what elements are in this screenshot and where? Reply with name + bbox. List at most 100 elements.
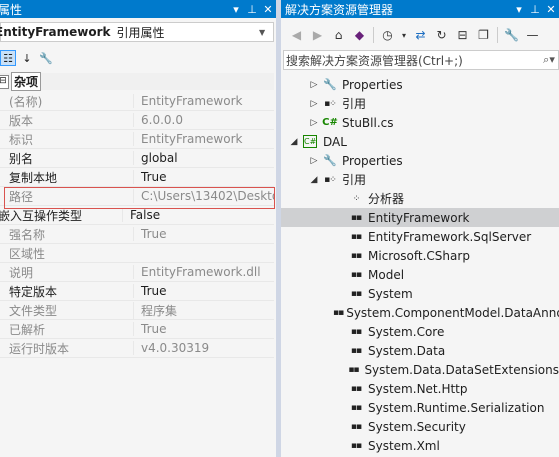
csharp-file-icon: C# bbox=[322, 117, 338, 128]
vs-switch-view-icon[interactable]: ◆ bbox=[350, 26, 369, 44]
tree-item[interactable]: ▪▪ Microsoft.CSharp bbox=[281, 246, 559, 265]
property-value: EntityFramework.dll bbox=[133, 265, 274, 279]
tree-item-label: System.Security bbox=[368, 419, 466, 434]
show-all-files-icon[interactable]: ❐ bbox=[474, 26, 493, 44]
chevron-down-icon[interactable]: ▾ bbox=[399, 26, 409, 44]
search-input[interactable]: 搜索解决方案资源管理器(Ctrl+;) bbox=[284, 52, 540, 69]
tree-item-label: System.ComponentModel.DataAnnotations bbox=[346, 305, 559, 320]
tree-item-label: Model bbox=[368, 267, 405, 282]
property-value[interactable]: True bbox=[133, 170, 274, 184]
collapse-all-icon[interactable]: ⊟ bbox=[453, 26, 472, 44]
property-value[interactable]: True bbox=[133, 284, 274, 298]
csharp-project-icon: C# bbox=[303, 135, 317, 148]
property-row[interactable]: 说明 EntityFramework.dll bbox=[0, 263, 274, 282]
property-name: 文件类型 bbox=[9, 303, 58, 318]
tree-item[interactable]: ▪▪ EntityFramework.SqlServer bbox=[281, 227, 559, 246]
property-grid: (名称) EntityFramework 版本 6.0.0.0 标识 EntityFram… bbox=[0, 92, 274, 358]
tree-item-label: System bbox=[368, 286, 413, 301]
collapse-icon[interactable]: ⊟ bbox=[0, 74, 9, 89]
properties-panel: 属性 ▾ ⊥ ✕ EntityFramework 引用属性 ▼ ☷ ↓ 🔧 ⊟ … bbox=[0, 0, 276, 457]
pending-changes-filter-icon[interactable]: ◷ bbox=[378, 26, 397, 44]
property-row[interactable]: 版本 6.0.0.0 bbox=[0, 111, 274, 130]
property-row[interactable]: 区域性 bbox=[0, 244, 274, 263]
property-row[interactable]: 复制本地 True bbox=[0, 168, 274, 187]
preview-icon[interactable]: — bbox=[523, 26, 542, 44]
property-row[interactable]: 嵌入互操作类型 False bbox=[0, 206, 274, 225]
tree-item[interactable]: ▪▪ System.Core bbox=[281, 322, 559, 341]
tree-item[interactable]: ▪▪ System.Security bbox=[281, 417, 559, 436]
tree-item[interactable]: ▪▪ System.Data.DataSetExtensions bbox=[281, 360, 559, 379]
reference-icon: ▪▪ bbox=[350, 326, 362, 337]
categorized-icon[interactable]: ☷ bbox=[0, 50, 16, 66]
tree-item[interactable]: ▪▪ System.Runtime.Serialization bbox=[281, 398, 559, 417]
expanded-arrow-icon[interactable]: ◢ bbox=[287, 137, 301, 147]
property-row[interactable]: 标识 EntityFramework bbox=[0, 130, 274, 149]
tree-item[interactable]: ◢ C# DAL bbox=[281, 132, 559, 151]
property-value[interactable]: False bbox=[122, 208, 274, 222]
property-name: 版本 bbox=[9, 113, 34, 128]
tree-item[interactable]: ▪▪ System.Net.Http bbox=[281, 379, 559, 398]
tree-item[interactable]: ▷ ▪⁘ 引用 bbox=[281, 94, 559, 113]
sync-icon[interactable]: ⇄ bbox=[411, 26, 430, 44]
tree-item[interactable]: ⁘ 分析器 bbox=[281, 189, 559, 208]
refresh-icon[interactable]: ↻ bbox=[432, 26, 451, 44]
tree-item[interactable]: ▪▪ System.Xml bbox=[281, 436, 559, 455]
collapsed-arrow-icon[interactable]: ▷ bbox=[307, 99, 321, 109]
tree-item[interactable]: ▪▪ EntityFramework bbox=[281, 208, 559, 227]
tree-item[interactable]: ▷ 🔧 Properties bbox=[281, 75, 559, 94]
properties-title-bar: 属性 ▾ ⊥ ✕ bbox=[0, 0, 276, 18]
forward-icon[interactable]: ▶ bbox=[308, 26, 327, 44]
category-header[interactable]: ⊟ 杂项 bbox=[0, 72, 274, 91]
chevron-down-icon[interactable]: ▼ bbox=[259, 28, 273, 37]
property-row[interactable]: 已解析 True bbox=[0, 320, 274, 339]
analyzer-icon: ⁘ bbox=[352, 193, 361, 204]
tree-item[interactable]: ▷ C# StuBll.cs bbox=[281, 113, 559, 132]
collapsed-arrow-icon[interactable]: ▷ bbox=[307, 118, 321, 128]
property-row[interactable]: 别名 global bbox=[0, 149, 274, 168]
property-row[interactable]: 文件类型 程序集 bbox=[0, 301, 274, 320]
close-icon[interactable]: ✕ bbox=[260, 3, 276, 16]
collapsed-arrow-icon[interactable]: ▷ bbox=[307, 80, 321, 90]
property-row[interactable]: 运行时版本 v4.0.30319 bbox=[0, 339, 274, 358]
reference-icon: ▪▪ bbox=[350, 440, 362, 451]
pin-icon[interactable]: ⊥ bbox=[244, 3, 260, 16]
property-value[interactable]: global bbox=[133, 151, 274, 165]
property-row[interactable]: 路径 C:\Users\13402\Desktop bbox=[0, 187, 274, 206]
collapsed-arrow-icon[interactable]: ▷ bbox=[307, 156, 321, 166]
reference-icon: ▪▪ bbox=[350, 345, 362, 356]
home-icon[interactable]: ⌂ bbox=[329, 26, 348, 44]
expanded-arrow-icon[interactable]: ◢ bbox=[307, 175, 321, 185]
alphabetical-icon[interactable]: ↓ bbox=[19, 50, 35, 66]
close-icon[interactable]: ✕ bbox=[543, 3, 559, 16]
property-name: 别名 bbox=[9, 151, 34, 166]
back-icon[interactable]: ◀ bbox=[287, 26, 306, 44]
tree-item-label: EntityFramework.SqlServer bbox=[368, 229, 532, 244]
tree-item[interactable]: ▪▪ System.Data bbox=[281, 341, 559, 360]
tree-item[interactable]: ◢ ▪⁘ 引用 bbox=[281, 170, 559, 189]
properties-title: 属性 bbox=[0, 2, 23, 17]
reference-icon: ▪▪ bbox=[350, 402, 362, 413]
property-row[interactable]: 特定版本 True bbox=[0, 282, 274, 301]
property-value: True bbox=[133, 227, 274, 241]
tree-item-label: 分析器 bbox=[368, 192, 405, 206]
property-row[interactable]: 强名称 True bbox=[0, 225, 274, 244]
object-selector[interactable]: EntityFramework 引用属性 ▼ bbox=[0, 22, 274, 42]
dropdown-arrow-icon[interactable]: ▾ bbox=[228, 3, 244, 16]
dropdown-arrow-icon[interactable]: ▾ bbox=[511, 3, 527, 16]
property-row[interactable]: (名称) EntityFramework bbox=[0, 92, 274, 111]
solution-search-box[interactable]: 搜索解决方案资源管理器(Ctrl+;) ⌕▾ bbox=[283, 50, 559, 70]
tree-item-label: Microsoft.CSharp bbox=[368, 248, 470, 263]
solution-explorer-title-bar: 解决方案资源管理器 ▾ ⊥ ✕ bbox=[281, 0, 559, 18]
wrench-icon: 🔧 bbox=[323, 154, 337, 167]
tree-item[interactable]: ▷ 🔧 Properties bbox=[281, 151, 559, 170]
wrench-icon[interactable]: 🔧 bbox=[502, 26, 521, 44]
pin-icon[interactable]: ⊥ bbox=[527, 3, 543, 16]
property-name: 区域性 bbox=[9, 246, 46, 261]
reference-icon: ▪▪ bbox=[350, 288, 362, 299]
tree-item[interactable]: ▪▪System.ComponentModel.DataAnnotations bbox=[281, 303, 559, 322]
property-pages-icon[interactable]: 🔧 bbox=[38, 50, 54, 66]
tree-item[interactable]: ▪▪ System bbox=[281, 284, 559, 303]
tree-item-label: System.Net.Http bbox=[368, 381, 468, 396]
search-icon[interactable]: ⌕▾ bbox=[540, 53, 558, 67]
tree-item[interactable]: ▪▪ Model bbox=[281, 265, 559, 284]
